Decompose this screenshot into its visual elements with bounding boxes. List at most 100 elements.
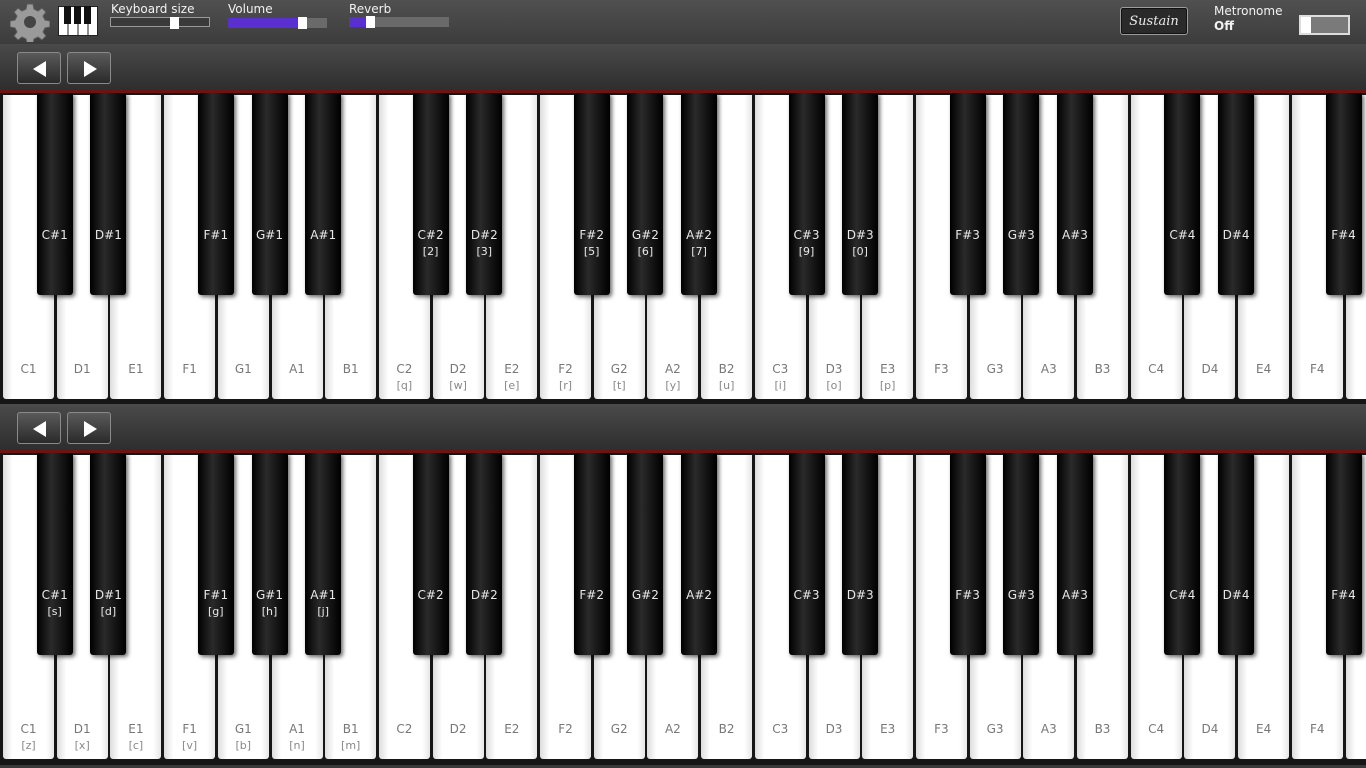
black-key[interactable]: G#2 [6] <box>627 93 664 295</box>
black-key[interactable]: C#1 [s] <box>36 453 73 655</box>
black-key-label: F#3 <box>955 588 980 602</box>
black-key-label: G#3 <box>1007 228 1035 242</box>
black-key-shortcut: [0] <box>852 245 868 258</box>
white-key-label: F3 <box>934 362 949 376</box>
black-key[interactable]: F#1 <box>197 93 234 295</box>
white-key-label: E3 <box>880 362 896 376</box>
white-key-shortcut: [p] <box>879 379 896 392</box>
arrow-right-icon <box>84 61 97 77</box>
white-key-shortcut: [q] <box>396 379 413 392</box>
arrow-left-icon <box>33 421 46 437</box>
black-key-label: G#2 <box>631 228 659 242</box>
arrow-right-icon <box>84 421 97 437</box>
black-key[interactable]: F#3 <box>949 93 986 295</box>
white-key-label: F1 <box>182 722 197 736</box>
white-key-label: F1 <box>182 362 197 376</box>
black-key[interactable]: A#3 <box>1057 453 1093 655</box>
black-key-label: D#3 <box>846 228 874 242</box>
black-key[interactable]: C#4 <box>1164 93 1201 295</box>
black-key-label: G#1 <box>256 588 283 602</box>
white-key-label: B3 <box>1094 722 1111 736</box>
upper-scroll-left-button[interactable] <box>17 52 61 84</box>
piano-icon[interactable] <box>58 6 98 36</box>
black-key[interactable]: G#3 <box>1003 453 1040 655</box>
black-key[interactable]: D#1 [d] <box>90 453 127 655</box>
white-key-shortcut: [b] <box>235 739 252 752</box>
white-key-label: G3 <box>986 362 1004 376</box>
black-key[interactable]: F#3 <box>949 453 986 655</box>
black-key[interactable]: A#3 <box>1057 93 1093 295</box>
volume-thumb[interactable] <box>298 17 308 29</box>
metronome-toggle-knob[interactable] <box>1301 17 1311 33</box>
black-key[interactable]: D#3 [0] <box>842 93 879 295</box>
black-key[interactable]: A#2 [7] <box>681 93 718 295</box>
white-key-label: D2 <box>449 362 467 376</box>
white-key-label: B3 <box>1094 362 1111 376</box>
volume-label: Volume <box>228 2 273 16</box>
black-key-label: G#3 <box>1007 588 1035 602</box>
reverb-slider[interactable] <box>349 16 449 28</box>
black-key[interactable]: C#1 <box>36 93 73 295</box>
black-key-label: A#2 <box>686 588 713 602</box>
white-key-shortcut: [c] <box>128 739 144 752</box>
white-key-label: G2 <box>610 362 628 376</box>
lower-keyboard: C1 [z] D1 [x] E1 [c] F1 [v] G1 [b] A1 [n] B1 [m] C2 D2 E… <box>0 450 1366 765</box>
metronome-toggle[interactable] <box>1299 15 1350 35</box>
keyboard-size-thumb[interactable] <box>169 17 179 29</box>
white-key-label: F3 <box>934 722 949 736</box>
upper-scroll-right-button[interactable] <box>67 52 111 84</box>
black-key[interactable]: G#2 <box>627 453 664 655</box>
white-key-label: A1 <box>289 362 305 376</box>
black-key-label: F#3 <box>955 228 980 242</box>
black-key[interactable]: D#3 <box>842 453 879 655</box>
volume-slider[interactable] <box>228 17 327 29</box>
black-key[interactable]: F#4 <box>1325 453 1362 655</box>
black-key-label: C#2 <box>417 228 444 242</box>
gear-icon[interactable] <box>10 2 50 42</box>
black-key[interactable]: D#4 <box>1218 453 1255 655</box>
black-key[interactable]: F#4 <box>1325 93 1362 295</box>
white-key-label: E2 <box>504 722 520 736</box>
black-key-label: A#3 <box>1062 588 1088 602</box>
white-key-label: E4 <box>1255 722 1272 736</box>
black-key-label: G#2 <box>631 588 659 602</box>
black-key-label: A#1 <box>310 228 337 242</box>
white-key-label: G2 <box>610 722 628 736</box>
black-key[interactable]: D#1 <box>90 93 127 295</box>
white-key-label: C1 <box>20 362 37 376</box>
white-key-label: E1 <box>128 362 144 376</box>
black-key-label: C#1 <box>41 588 68 602</box>
white-key-label: E1 <box>128 722 144 736</box>
black-key-label: D#4 <box>1222 228 1250 242</box>
black-key[interactable]: D#2 [3] <box>466 93 503 295</box>
black-key[interactable]: C#4 <box>1164 453 1201 655</box>
white-key-label: A2 <box>664 362 681 376</box>
black-key[interactable]: C#3 [9] <box>788 93 825 295</box>
white-key-label: D4 <box>1201 362 1219 376</box>
black-key[interactable]: C#2 [2] <box>412 93 449 295</box>
black-key[interactable]: D#2 <box>466 453 503 655</box>
black-key[interactable]: F#2 <box>573 453 610 655</box>
black-key[interactable]: A#1 <box>305 93 342 295</box>
black-key[interactable]: C#2 <box>412 453 449 655</box>
sustain-button[interactable]: Sustain <box>1120 7 1188 35</box>
black-key[interactable]: D#4 <box>1218 93 1255 295</box>
reverb-thumb[interactable] <box>366 16 375 28</box>
lower-scroll-right-button[interactable] <box>67 412 111 444</box>
white-key-label: C1 <box>20 722 37 736</box>
black-key-label: C#3 <box>793 228 820 242</box>
black-key[interactable]: F#1 [g] <box>197 453 234 655</box>
black-key[interactable]: G#3 <box>1003 93 1040 295</box>
black-key[interactable]: G#1 <box>251 93 288 295</box>
white-key-shortcut: [e] <box>504 379 520 392</box>
lower-scroll-left-button[interactable] <box>17 412 61 444</box>
white-key-label: F4 <box>1310 722 1325 736</box>
black-key-shortcut: [7] <box>691 245 707 258</box>
black-key[interactable]: A#2 <box>681 453 718 655</box>
black-key[interactable]: F#2 [5] <box>573 93 610 295</box>
keyboard-size-slider[interactable] <box>110 17 210 29</box>
upper-keyboard-nav <box>0 44 1366 90</box>
black-key[interactable]: G#1 [h] <box>251 453 288 655</box>
black-key[interactable]: C#3 <box>788 453 825 655</box>
black-key[interactable]: A#1 [j] <box>305 453 342 655</box>
